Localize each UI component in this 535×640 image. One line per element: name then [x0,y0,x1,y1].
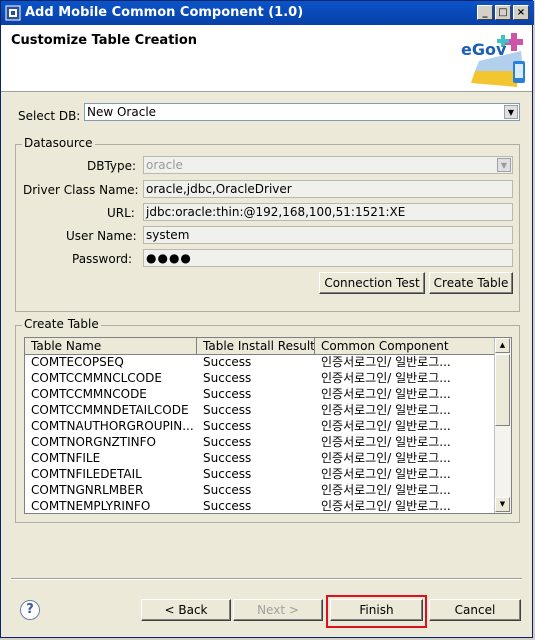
column-header-table-name[interactable]: Table Name [25,338,197,354]
cell-common-component: 인증서로그인/ 일반로그... [321,419,451,433]
chevron-down-icon[interactable]: ▼ [504,105,518,119]
cell-install-result: Success [203,403,252,417]
connection-test-button[interactable]: Connection Test [319,272,425,294]
footer-separator [11,578,522,580]
cell-install-result: Success [203,451,252,465]
cell-table-name: COMTNGNRLMBER [31,483,144,497]
driver-class-value: oracle,jdbc,OracleDriver [146,182,292,196]
user-name-label: User Name: [66,229,137,243]
dbtype-label: DBType: [87,159,137,173]
column-header-common-component[interactable]: Common Component [315,338,503,354]
table-row[interactable]: COMTNGNRLMBER Success 인증서로그인/ 일반로그... [25,482,495,498]
datasource-group-label: Datasource [22,136,95,150]
next-button: Next > [233,599,323,621]
table-row[interactable]: COMTNEMPLYRINFO Success 인증서로그인/ 일반로그... [25,498,495,513]
dbtype-value: oracle [146,158,183,172]
cell-table-name: COMTCCMMNCODE [31,387,147,401]
cell-common-component: 인증서로그인/ 일반로그... [321,435,451,449]
table-row[interactable]: COMTCCMMNCLCODE Success 인증서로그인/ 일반로그... [25,370,495,386]
create-table-button[interactable]: Create Table [429,272,513,294]
cell-install-result: Success [203,499,252,513]
egov-logo: eGov [461,33,525,87]
password-field: ●●●● [143,249,513,267]
cell-common-component: 인증서로그인/ 일반로그... [321,467,451,481]
user-name-value: system [146,228,190,242]
cell-common-component: 인증서로그인/ 일반로그... [321,371,451,385]
back-button[interactable]: < Back [141,599,231,621]
scroll-thumb[interactable] [495,354,510,426]
cell-common-component: 인증서로그인/ 일반로그... [321,499,451,513]
cell-install-result: Success [203,387,252,401]
create-table-list[interactable]: Table Name Table Install Result Common C… [24,337,512,514]
table-row[interactable]: COMTNORGNZTINFO Success 인증서로그인/ 일반로그... [25,434,495,450]
cell-table-name: COMTECOPSEQ [31,355,124,369]
table-row[interactable]: COMTECOPSEQ Success 인증서로그인/ 일반로그... [25,354,495,370]
cell-install-result: Success [203,355,252,369]
create-table-group-label: Create Table [22,317,101,331]
cell-table-name: COMTCCMMNDETAILCODE [31,403,189,417]
select-db-dropdown[interactable]: New Oracle ▼ [84,103,520,121]
title-bar[interactable]: Add Mobile Common Component (1.0) _ □ × [1,1,534,25]
close-button[interactable]: × [513,5,529,20]
url-label: URL: [107,206,135,220]
window-title: Add Mobile Common Component (1.0) [25,5,304,20]
wizard-header: Customize Table Creation eGov [1,25,532,92]
help-button[interactable]: ? [20,600,40,620]
cell-common-component: 인증서로그인/ 일반로그... [321,387,451,401]
app-icon [5,5,21,21]
wizard-body: Select DB: New Oracle ▼ Datasource DBTyp… [1,92,532,637]
driver-class-label: Driver Class Name: [23,183,139,197]
cell-install-result: Success [203,435,252,449]
table-row[interactable]: COMTNFILE Success 인증서로그인/ 일반로그... [25,450,495,466]
cell-table-name: COMTNFILE [31,451,101,465]
cell-install-result: Success [203,467,252,481]
vertical-scrollbar[interactable]: ▲ ▼ [494,338,511,513]
cell-install-result: Success [203,371,252,385]
logo-text: eGov [461,40,507,59]
table-row[interactable]: COMTNAUTHORGROUPIN... Success 인증서로그인/ 일반… [25,418,495,434]
cell-table-name: COMTNFILEDETAIL [31,467,142,481]
password-label: Password: [72,252,133,266]
cell-table-name: COMTCCMMNCLCODE [31,371,162,385]
cell-common-component: 인증서로그인/ 일반로그... [321,483,451,497]
driver-class-field: oracle,jdbc,OracleDriver [143,180,513,198]
minimize-button[interactable]: _ [477,5,493,20]
url-field: jdbc:oracle:thin:@192,168,100,51:1521:XE [143,203,513,221]
cell-table-name: COMTNORGNZTINFO [31,435,156,449]
cell-common-component: 인증서로그인/ 일반로그... [321,451,451,465]
table-row[interactable]: COMTCCMMNCODE Success 인증서로그인/ 일반로그... [25,386,495,402]
cell-install-result: Success [203,419,252,433]
cell-table-name: COMTNAUTHORGROUPIN... [31,419,194,433]
table-row[interactable]: COMTNFILEDETAIL Success 인증서로그인/ 일반로그... [25,466,495,482]
select-db-label: Select DB: [18,109,81,123]
cell-common-component: 인증서로그인/ 일반로그... [321,355,451,369]
scroll-up-icon[interactable]: ▲ [495,338,510,353]
dialog-window: Add Mobile Common Component (1.0) _ □ × … [0,0,534,638]
cancel-button[interactable]: Cancel [429,599,521,621]
url-value: jdbc:oracle:thin:@192,168,100,51:1521:XE [146,205,406,219]
chevron-down-icon: ▼ [497,158,511,172]
cell-table-name: COMTNEMPLYRINFO [31,499,151,513]
cell-common-component: 인증서로그인/ 일반로그... [321,403,451,417]
maximize-button[interactable]: □ [495,5,511,20]
finish-button[interactable]: Finish [330,599,423,621]
table-header: Table Name Table Install Result Common C… [25,338,511,355]
scroll-down-icon[interactable]: ▼ [495,497,510,512]
table-row[interactable]: COMTCCMMNDETAILCODE Success 인증서로그인/ 일반로그… [25,402,495,418]
select-db-value: New Oracle [87,105,157,119]
password-value: ●●●● [146,251,192,265]
dbtype-dropdown: oracle ▼ [143,156,513,174]
user-name-field: system [143,226,513,244]
page-title: Customize Table Creation [11,33,198,48]
column-header-install-result[interactable]: Table Install Result [197,338,315,354]
cell-install-result: Success [203,483,252,497]
